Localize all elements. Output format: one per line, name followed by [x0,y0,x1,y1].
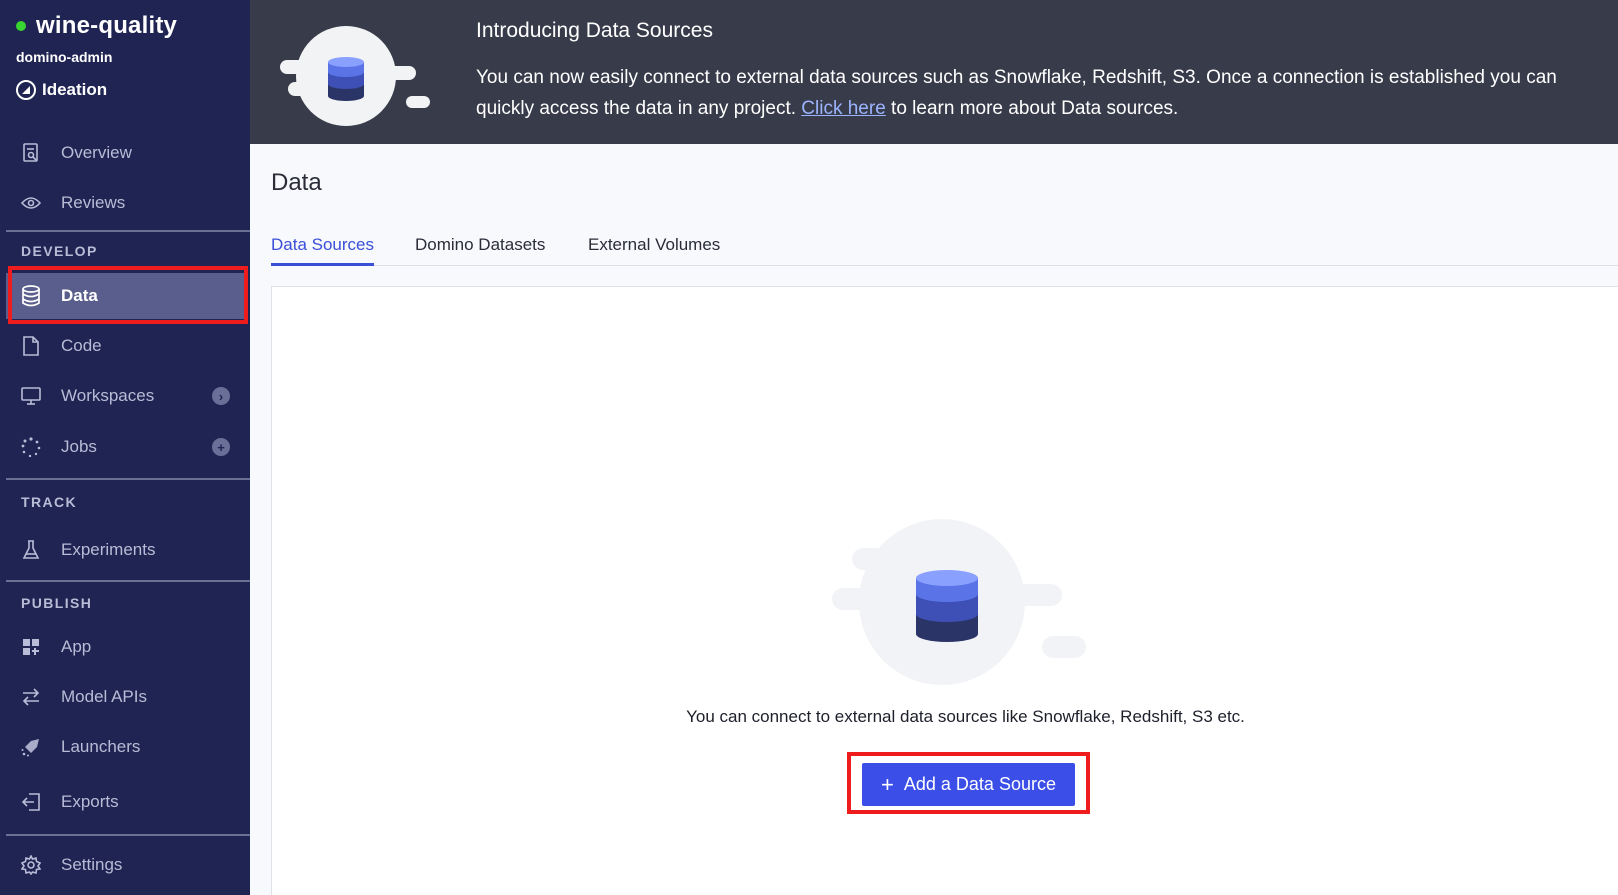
tab-bar: Data Sources Domino Datasets External Vo… [271,232,1618,266]
sidebar-item-label: App [61,637,92,656]
sidebar-item-overview[interactable]: Overview [6,130,244,176]
project-stage[interactable]: Ideation [16,80,107,100]
highlight-box-data [8,266,248,324]
sidebar-item-reviews[interactable]: Reviews [6,180,244,226]
gear-icon [20,854,42,876]
file-icon [20,335,42,357]
app-grid-icon [20,636,42,658]
monitor-icon [20,385,42,407]
sidebar-item-label: Settings [61,855,123,874]
sidebar-item-label: Model APIs [61,687,147,706]
sidebar-item-label: Overview [61,143,132,162]
project-owner[interactable]: domino-admin [16,49,112,65]
sidebar-item-launchers[interactable]: Launchers [6,724,244,770]
project-header: wine-quality domino-admin Ideation [0,0,250,115]
flask-icon [20,539,42,561]
empty-state-message: You can connect to external data sources… [686,707,1245,726]
status-dot-icon [16,21,26,31]
section-label-track: TRACK [21,494,77,510]
banner-text: You can now easily connect to external d… [476,62,1611,124]
overview-icon [20,142,42,164]
sidebar-divider [6,580,250,582]
banner-illustration-icon [278,24,438,134]
sidebar-item-code[interactable]: Code [6,323,244,369]
export-icon [20,791,42,813]
sidebar-item-label: Launchers [61,737,141,756]
tab-domino-datasets[interactable]: Domino Datasets [415,235,545,266]
sidebar-item-label: Experiments [61,540,156,559]
banner-title: Introducing Data Sources [476,19,713,42]
section-label-publish: PUBLISH [21,595,93,611]
page-title: Data [271,169,322,196]
sidebar-item-label: Jobs [61,437,97,456]
tab-external-volumes[interactable]: External Volumes [588,235,720,266]
empty-state-illustration-icon [832,518,1092,691]
rocket-icon [20,736,42,758]
sidebar-item-model-apis[interactable]: Model APIs [6,674,244,720]
project-name: wine-quality [36,12,178,39]
section-label-develop: DEVELOP [21,243,98,259]
sidebar-item-label: Reviews [61,193,126,212]
swap-arrows-icon [20,686,42,708]
jobs-spinner-icon [20,436,42,458]
sidebar: wine-quality domino-admin Ideation Overv… [0,0,250,895]
workspaces-arrow-icon[interactable]: › [212,387,230,405]
project-name-row[interactable]: wine-quality [16,12,177,40]
tab-data-sources[interactable]: Data Sources [271,235,374,266]
sidebar-item-experiments[interactable]: Experiments [6,527,244,573]
eye-icon [20,192,42,214]
sidebar-item-exports[interactable]: Exports [6,779,244,825]
sidebar-item-jobs[interactable]: Jobs + [6,424,244,470]
banner-text-part: to learn more about Data sources. [885,98,1179,119]
data-sources-panel: You can connect to external data sources… [271,286,1618,895]
announcement-banner: Introducing Data Sources You can now eas… [250,0,1618,144]
stage-icon [16,80,36,100]
sidebar-item-workspaces[interactable]: Workspaces › [6,373,244,419]
sidebar-divider [6,478,250,480]
sidebar-item-app[interactable]: App [6,624,244,670]
sidebar-divider [6,834,250,836]
sidebar-item-label: Code [61,336,102,355]
sidebar-divider [6,230,250,232]
banner-learn-more-link[interactable]: Click here [801,98,885,119]
sidebar-item-label: Exports [61,792,119,811]
highlight-box-add-button [847,752,1090,814]
jobs-add-icon[interactable]: + [212,438,230,456]
sidebar-item-settings[interactable]: Settings [6,842,244,888]
sidebar-item-label: Workspaces [61,386,155,405]
stage-label: Ideation [42,80,108,99]
